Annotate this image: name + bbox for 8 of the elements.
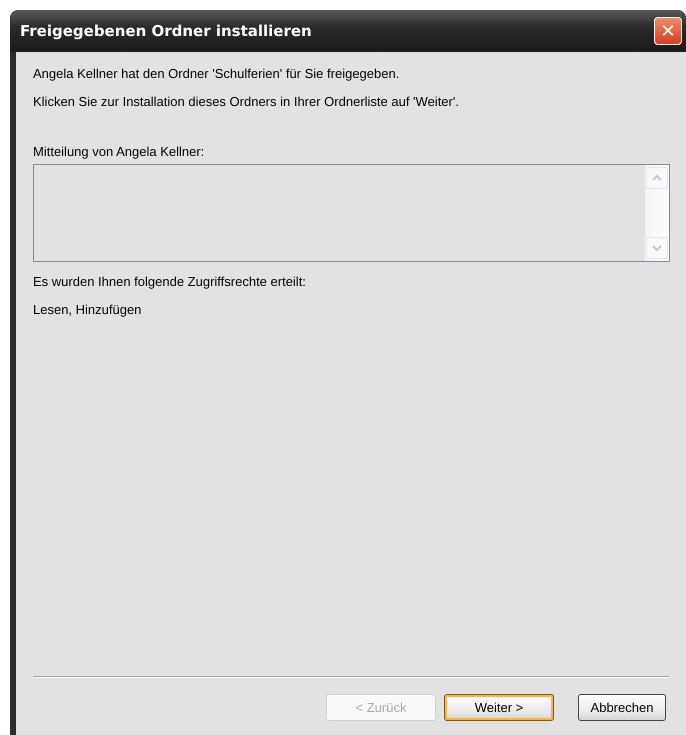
intro-text: Angela Kellner hat den Ordner 'Schulferien' für Sie freigegeben. <box>33 66 400 82</box>
instruction-text: Klicken Sie zur Installation dieses Ordners in Ihrer Ordnerliste auf 'Weiter'. <box>33 94 460 110</box>
cancel-button[interactable]: Abbrechen <box>578 694 666 721</box>
message-label: Mitteilung von Angela Kellner: <box>33 144 206 159</box>
next-button[interactable]: Weiter > <box>444 694 554 721</box>
rights-text: Lesen, Hinzufügen <box>33 302 142 318</box>
window-title: Freigegebenen Ordner installieren <box>20 22 312 40</box>
rights-label: Es wurden Ihnen folgende Zugriffsrechte erteilt: <box>33 274 307 290</box>
